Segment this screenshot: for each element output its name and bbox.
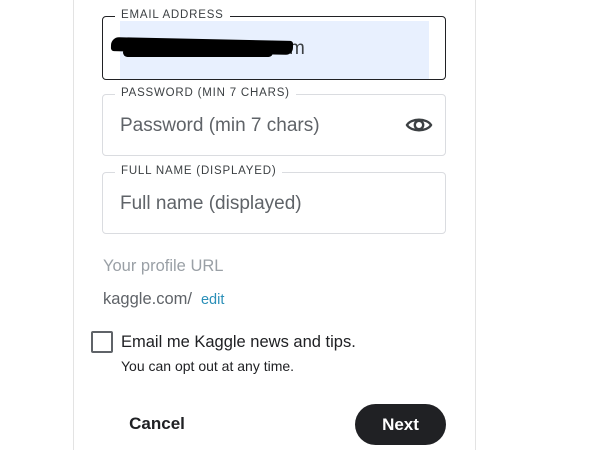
email-field[interactable]: EMAIL ADDRESS m [102,9,446,80]
profile-url-prefix: kaggle.com/ [103,290,192,308]
full-name-field[interactable]: FULL NAME (DISPLAYED) Full name (display… [102,165,446,234]
profile-url-row: kaggle.com/edit [103,290,224,309]
password-input[interactable]: Password (min 7 chars) [120,115,320,137]
password-field-label: PASSWORD (MIN 7 CHARS) [115,87,296,99]
eye-icon[interactable] [405,113,433,137]
newsletter-label[interactable]: Email me Kaggle news and tips. [121,333,356,352]
newsletter-subtext: You can opt out at any time. [121,358,295,374]
full-name-field-label: FULL NAME (DISPLAYED) [115,165,283,177]
newsletter-checkbox[interactable] [91,331,113,353]
registration-page: EMAIL ADDRESS m PASSWORD (MIN 7 CHARS) P… [0,0,600,450]
profile-url-edit-link[interactable]: edit [201,292,224,308]
next-button[interactable]: Next [355,404,446,445]
email-field-label: EMAIL ADDRESS [115,9,230,21]
profile-url-label: Your profile URL [103,257,224,275]
password-field[interactable]: PASSWORD (MIN 7 CHARS) Password (min 7 c… [102,87,446,156]
cancel-button[interactable]: Cancel [112,404,202,444]
full-name-input[interactable]: Full name (displayed) [120,193,302,215]
redaction-mark [123,48,273,57]
